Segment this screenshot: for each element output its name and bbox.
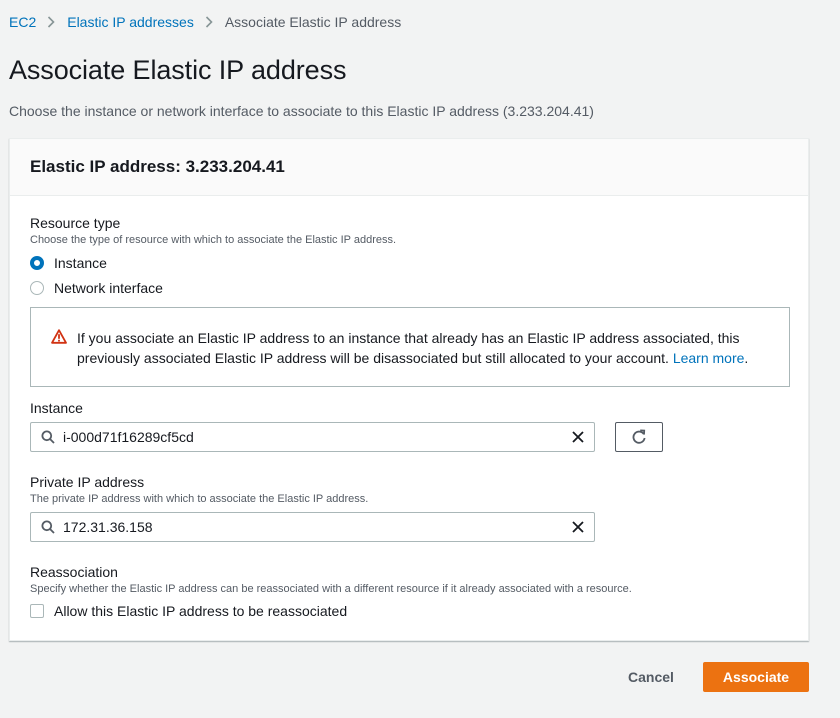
reassociation-label: Reassociation bbox=[30, 564, 118, 580]
page-description: Choose the instance or network interface… bbox=[9, 103, 594, 119]
close-icon[interactable] bbox=[572, 521, 584, 533]
radio-instance[interactable]: Instance bbox=[30, 255, 107, 271]
reassociation-description: Specify whether the Elastic IP address c… bbox=[30, 583, 632, 595]
panel-header: Elastic IP address: 3.233.204.41 bbox=[10, 139, 808, 196]
breadcrumb-ec2[interactable]: EC2 bbox=[9, 14, 36, 30]
elastic-ip-panel: Elastic IP address: 3.233.204.41 Resourc… bbox=[9, 138, 809, 641]
resource-type-description: Choose the type of resource with which t… bbox=[30, 234, 397, 246]
refresh-icon bbox=[631, 429, 647, 445]
panel-title: Elastic IP address: 3.233.204.41 bbox=[30, 157, 285, 176]
warning-icon bbox=[51, 329, 67, 349]
reassociation-checkbox-label: Allow this Elastic IP address to be reas… bbox=[54, 603, 348, 619]
private-ip-description: The private IP address with which to ass… bbox=[30, 493, 369, 505]
radio-instance-button[interactable] bbox=[30, 256, 44, 270]
radio-network-interface-label: Network interface bbox=[54, 280, 163, 296]
reassociation-checkbox[interactable] bbox=[30, 604, 44, 618]
warning-alert-period: . bbox=[744, 350, 749, 366]
page-title: Associate Elastic IP address bbox=[9, 55, 347, 85]
private-ip-label: Private IP address bbox=[30, 474, 145, 490]
breadcrumb-elastic-ip-addresses[interactable]: Elastic IP addresses bbox=[67, 14, 194, 30]
learn-more-link[interactable]: Learn more bbox=[673, 350, 745, 366]
associate-button[interactable]: Associate bbox=[703, 662, 809, 692]
close-icon[interactable] bbox=[572, 431, 584, 443]
search-icon bbox=[41, 520, 55, 534]
resource-type-label: Resource type bbox=[30, 215, 121, 231]
warning-alert-text: If you associate an Elastic IP address t… bbox=[77, 328, 777, 368]
warning-alert: If you associate an Elastic IP address t… bbox=[30, 307, 790, 387]
reassociation-checkbox-row[interactable]: Allow this Elastic IP address to be reas… bbox=[30, 603, 347, 619]
private-ip-value: 172.31.36.158 bbox=[63, 519, 153, 535]
cancel-button[interactable]: Cancel bbox=[616, 662, 686, 692]
search-icon bbox=[41, 430, 55, 444]
chevron-right-icon bbox=[205, 16, 213, 28]
radio-network-interface-button[interactable] bbox=[30, 281, 44, 295]
refresh-button[interactable] bbox=[615, 422, 663, 452]
instance-label: Instance bbox=[30, 400, 83, 416]
private-ip-input[interactable]: 172.31.36.158 bbox=[30, 512, 595, 542]
instance-input[interactable]: i-000d71f16289cf5cd bbox=[30, 422, 595, 452]
radio-instance-label: Instance bbox=[54, 255, 107, 271]
warning-alert-message: If you associate an Elastic IP address t… bbox=[77, 330, 740, 366]
chevron-right-icon bbox=[47, 16, 55, 28]
breadcrumb: EC2 Elastic IP addresses Associate Elast… bbox=[9, 13, 401, 31]
radio-network-interface[interactable]: Network interface bbox=[30, 280, 163, 296]
instance-value: i-000d71f16289cf5cd bbox=[63, 429, 194, 445]
breadcrumb-current: Associate Elastic IP address bbox=[224, 14, 402, 30]
